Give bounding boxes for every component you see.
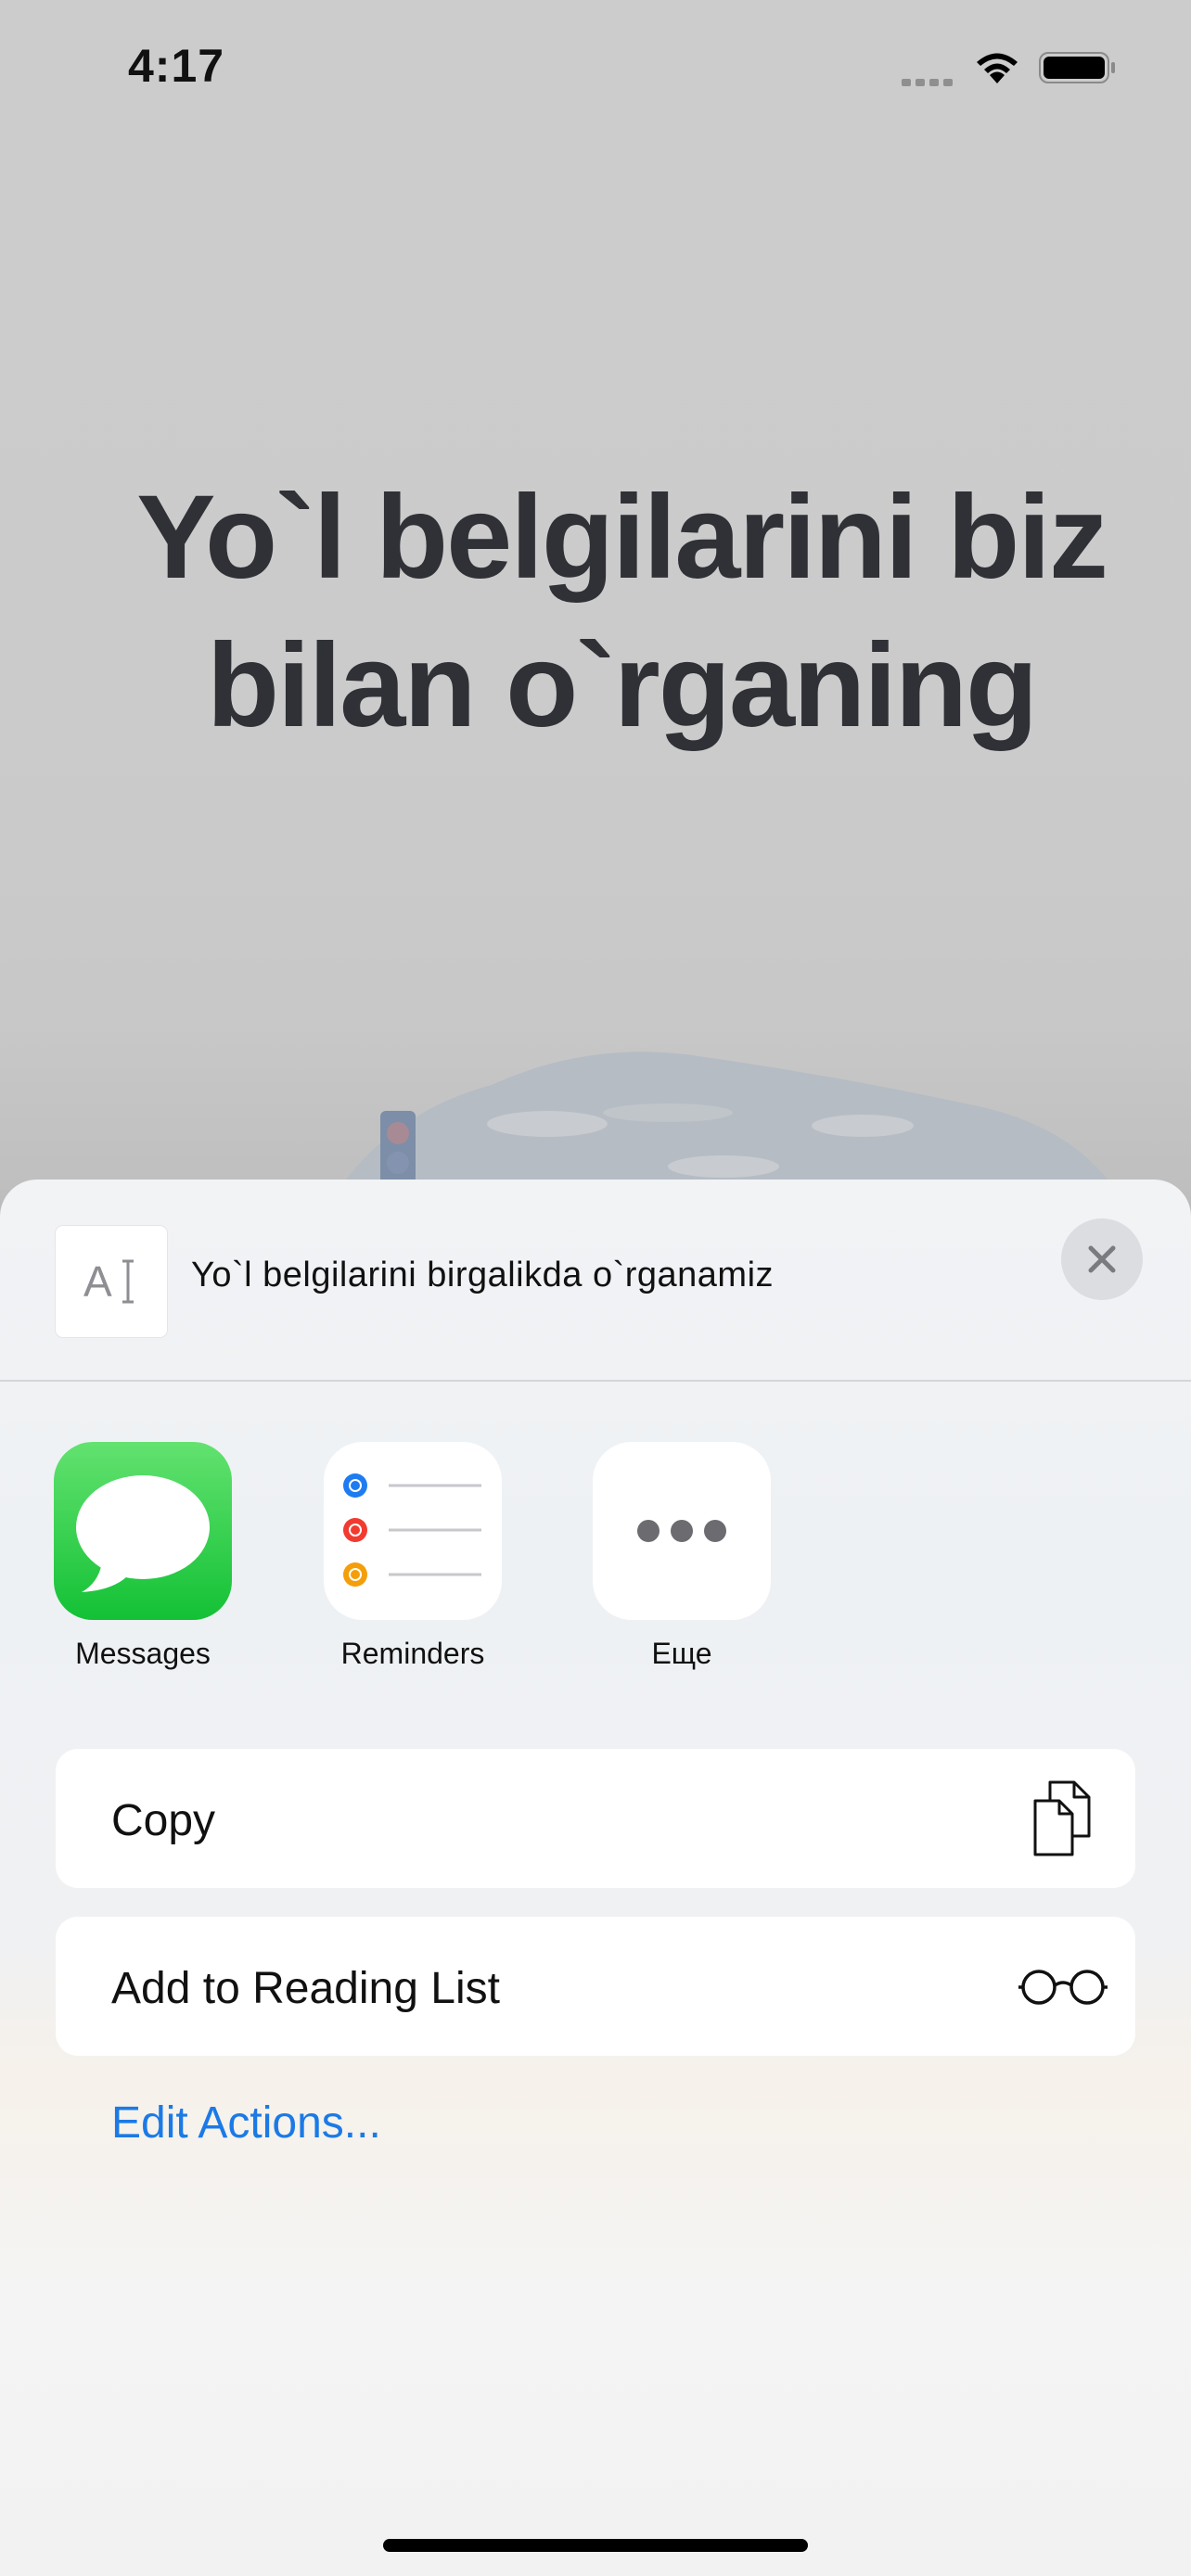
share-sheet: A Yo`l belgilarini birgalikda o`rganamiz… [0,1180,1191,2576]
app-label-messages: Messages [75,1637,211,1670]
app-label-more: Еще [651,1637,712,1670]
app-more[interactable]: Еще [593,1442,771,1670]
add-to-reading-list-action[interactable]: Add to Reading List [56,1917,1135,2056]
messages-icon [54,1442,232,1620]
reading-list-action-label: Add to Reading List [111,1964,500,2013]
reminders-icon [324,1442,502,1620]
glasses-icon [1018,1970,1108,2005]
road-illustration [334,1052,1113,1205]
app-label-reminders: Reminders [340,1637,485,1670]
battery-icon [1039,52,1115,83]
close-icon [1088,1245,1116,1273]
home-indicator[interactable] [383,2539,808,2552]
app-reminders[interactable]: Reminders [324,1442,502,1670]
wifi-icon [977,53,1018,83]
more-icon [593,1442,771,1620]
text-cursor-icon: A [83,1257,134,1306]
hero-title: Yo`l belgilarini biz bilan o`rganing [74,464,1169,760]
copy-icon [1033,1780,1091,1856]
copy-action-label: Copy [111,1796,216,1845]
cellular-signal-icon [902,74,957,91]
app-messages[interactable]: Messages [54,1442,232,1670]
status-time: 4:17 [128,40,225,92]
hero-title-line-2: bilan o`rganing [206,619,1038,752]
close-button[interactable] [1061,1218,1143,1300]
status-bar: 4:17 [0,0,1191,139]
header-divider [0,1380,1191,1382]
edit-actions-link[interactable]: Edit Actions... [111,2098,381,2149]
svg-text:A: A [83,1257,112,1306]
shared-text-preview: Yo`l belgilarini birgalikda o`rganamiz [191,1256,775,1294]
hero-title-line-1: Yo`l belgilarini biz [136,471,1108,604]
text-preview-thumbnail: A [56,1226,167,1337]
share-sheet-header: A Yo`l belgilarini birgalikda o`rganamiz [0,1180,1191,1382]
share-app-row: Messages Reminders Еще [0,1442,1191,1683]
copy-action[interactable]: Copy [56,1749,1135,1888]
